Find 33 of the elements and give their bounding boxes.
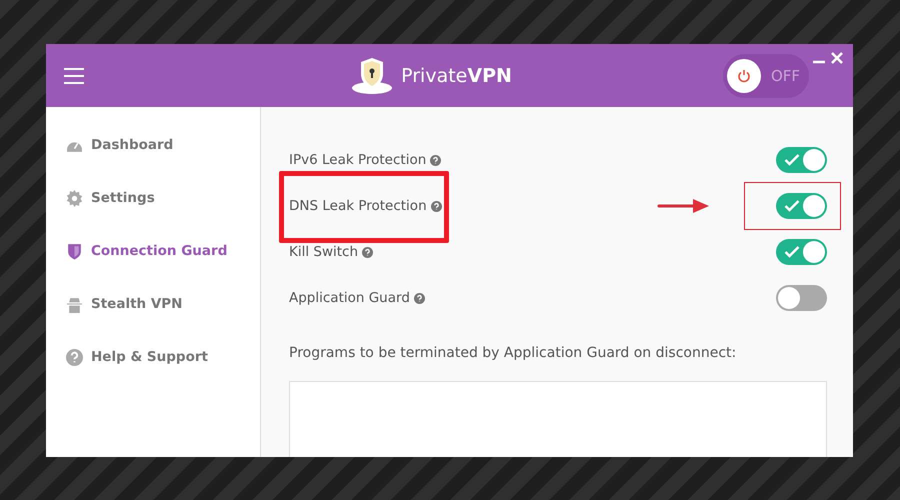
help-icon[interactable] xyxy=(414,292,425,304)
toggle-switch[interactable] xyxy=(776,285,827,311)
close-icon[interactable] xyxy=(831,52,843,64)
toggle-switch[interactable] xyxy=(776,193,827,219)
check-icon xyxy=(784,200,800,212)
shield-icon xyxy=(66,242,83,260)
setting-label: Kill Switch xyxy=(289,244,374,260)
sidebar-item[interactable]: Help & Support xyxy=(46,345,260,369)
logo-text: PrivateVPN xyxy=(401,64,512,86)
setting-label: IPv6 Leak Protection xyxy=(289,152,442,168)
check-icon xyxy=(784,246,800,258)
settings-icon xyxy=(66,190,83,206)
power-toggle[interactable]: OFF xyxy=(723,54,809,98)
power-state: OFF xyxy=(771,66,800,84)
help-icon[interactable] xyxy=(430,154,442,166)
power-icon xyxy=(737,68,751,82)
toggle-switch[interactable] xyxy=(776,239,827,265)
help-icon[interactable] xyxy=(430,200,442,212)
check-icon xyxy=(784,154,800,166)
setting-label: Application Guard xyxy=(289,290,425,306)
sidebar-item[interactable]: Connection Guard xyxy=(46,239,260,263)
sidebar-item[interactable]: Stealth VPN xyxy=(46,292,260,316)
help-icon[interactable] xyxy=(362,246,374,258)
help-icon xyxy=(66,348,83,366)
programs-label: Programs to be terminated by Application Guard on disconnect: xyxy=(289,345,738,361)
arrow xyxy=(657,198,711,214)
spy-icon xyxy=(66,296,83,312)
menu-icon[interactable] xyxy=(64,68,84,84)
shield-lock-icon xyxy=(351,58,394,94)
setting-label: DNS Leak Protection xyxy=(289,198,442,214)
sidebar-item[interactable]: Settings xyxy=(46,186,260,210)
sidebar-item[interactable]: Dashboard xyxy=(46,133,260,157)
toggle-switch[interactable] xyxy=(776,147,827,173)
